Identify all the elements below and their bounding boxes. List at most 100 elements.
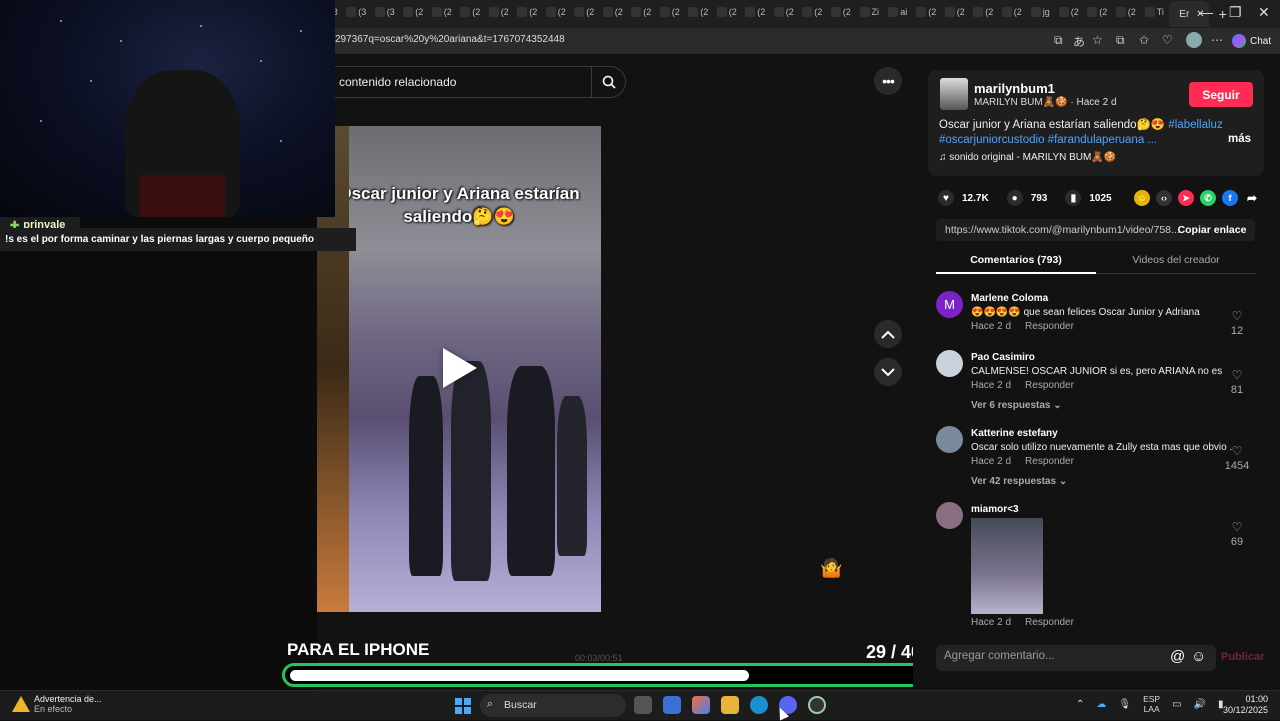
browser-tab[interactable]: (2 (998, 1, 1027, 23)
browser-tab[interactable]: (2 (912, 1, 941, 23)
avatar[interactable] (936, 426, 963, 453)
browser-tab[interactable]: (2 (513, 1, 542, 23)
browser-tab[interactable]: (2 (941, 1, 970, 23)
coin-icon[interactable]: ☺ (1134, 190, 1150, 206)
browser-tab[interactable]: (2 (656, 1, 685, 23)
comment-box[interactable]: Agregar comentario... @ ☺ (936, 645, 1216, 671)
search-bar[interactable]: contenido relacionado (300, 66, 626, 98)
previous-video-button[interactable] (874, 320, 902, 348)
video-player[interactable]: Oscar junior y Ariana estarían saliendo🤔… (317, 126, 601, 612)
tab-comments[interactable]: Comentarios (793) (936, 254, 1096, 274)
microphone-icon[interactable]: 🎙 (1118, 699, 1131, 710)
view-replies-button[interactable]: Ver 42 respuestas ⌄ (971, 476, 1067, 487)
whatsapp-icon[interactable]: ✆ (1200, 190, 1216, 206)
store-icon[interactable] (663, 696, 681, 714)
browser-tab[interactable]: Ti (1140, 1, 1169, 23)
copilot-chat-button[interactable]: Chat (1232, 31, 1276, 51)
comment-author[interactable]: Marlene Coloma (971, 293, 1048, 304)
send-icon[interactable]: ➤ (1178, 190, 1194, 206)
comment-author[interactable]: Katterine estefany (971, 428, 1058, 439)
copy-link-button[interactable]: Copiar enlace (1169, 219, 1255, 241)
close-icon[interactable]: ✕ (1258, 4, 1270, 21)
volume-icon[interactable]: 🔊 (1194, 699, 1206, 710)
browser-tab[interactable]: (2 (599, 1, 628, 23)
start-button[interactable] (455, 698, 471, 714)
view-replies-button[interactable]: Ver 6 respuestas ⌄ (971, 400, 1062, 411)
next-video-button[interactable] (874, 358, 902, 386)
warning-notification[interactable]: Advertencia de... En efecto (12, 694, 102, 714)
favorites-icon[interactable]: ✩ (1139, 33, 1149, 47)
browser-tab[interactable]: (2 (1083, 1, 1112, 23)
follow-button[interactable]: Seguir (1189, 82, 1253, 107)
reply-button[interactable]: Responder (1025, 321, 1074, 332)
language-indicator[interactable]: ESP LAA (1143, 694, 1160, 714)
creator-username[interactable]: marilynbum1 (974, 81, 1055, 96)
taskbar-search[interactable]: ⌕ Buscar (480, 694, 626, 717)
reply-button[interactable]: Responder (1025, 617, 1074, 628)
browser-tab[interactable]: (3 (342, 1, 371, 23)
onedrive-icon[interactable]: ☁ (1096, 699, 1106, 710)
comment-like-button[interactable]: ♡ 1454 (1220, 444, 1254, 472)
browser-tab[interactable]: ai (884, 1, 913, 23)
browser-tab[interactable]: (2 (798, 1, 827, 23)
comment-like-button[interactable]: ♡ 69 (1220, 520, 1254, 548)
avatar[interactable] (936, 502, 963, 529)
browser-tab[interactable]: (2 (485, 1, 514, 23)
browser-tab[interactable]: (2 (969, 1, 998, 23)
comment-like-button[interactable]: ♡ 81 (1220, 368, 1254, 396)
video-link[interactable]: https://www.tiktok.com/@marilynbum1/vide… (945, 224, 1180, 236)
browser-tab[interactable]: (2 (428, 1, 457, 23)
extensions-icon[interactable]: ⧉ (1116, 33, 1125, 48)
more-link[interactable]: más (1228, 133, 1251, 145)
browser-tab[interactable]: Zi (855, 1, 884, 23)
browser-tab[interactable]: (2 (399, 1, 428, 23)
browser-tab[interactable]: (2 (1055, 1, 1084, 23)
file-explorer-icon[interactable] (721, 696, 739, 714)
play-icon[interactable] (443, 348, 477, 388)
share-arrow-icon[interactable]: ➦ (1244, 190, 1260, 206)
minimize-icon[interactable]: — (1199, 4, 1213, 20)
profile-avatar-icon[interactable] (1186, 32, 1202, 48)
comment-author[interactable]: miamor<3 (971, 504, 1019, 515)
comment-input[interactable]: Agregar comentario... (944, 650, 1055, 662)
browser-tab[interactable]: (2 (770, 1, 799, 23)
browser-tab[interactable]: jg (1026, 1, 1055, 23)
browser-tab[interactable]: (2 (570, 1, 599, 23)
more-menu-icon[interactable]: ⋯ (1211, 33, 1223, 47)
browser-tab[interactable]: (2 (456, 1, 485, 23)
comment-author[interactable]: Pao Casimiro (971, 352, 1035, 363)
publish-button[interactable]: Publicar (1221, 651, 1264, 663)
browser-tab[interactable]: (2 (1112, 1, 1141, 23)
save-stat[interactable]: ▮ 1025 (1065, 190, 1112, 206)
browser-tab[interactable]: (2 (627, 1, 656, 23)
app-icon[interactable] (808, 696, 826, 714)
like-stat[interactable]: ♥ 12.7K (938, 190, 989, 206)
tab-creator-videos[interactable]: Videos del creador (1096, 254, 1256, 266)
mention-icon[interactable]: @ (1170, 648, 1185, 665)
translate-icon[interactable]: あ (1073, 33, 1085, 50)
progress-bar[interactable] (282, 663, 936, 687)
comment-stat[interactable]: ● 793 (1006, 190, 1047, 206)
network-icon[interactable]: ▭ (1172, 699, 1181, 710)
copilot-app-icon[interactable] (692, 696, 710, 714)
restore-icon[interactable]: ❐ (1229, 4, 1242, 21)
task-view-icon[interactable] (634, 696, 652, 714)
search-input[interactable]: contenido relacionado (339, 75, 456, 89)
reply-button[interactable]: Responder (1025, 456, 1074, 467)
chevron-up-icon[interactable]: ⌃ (1076, 699, 1084, 710)
browser-tab[interactable]: (2 (741, 1, 770, 23)
reply-button[interactable]: Responder (1025, 380, 1074, 391)
more-options-button[interactable]: ••• (874, 67, 902, 95)
avatar[interactable] (940, 78, 968, 110)
sound-link[interactable]: ♫ sonido original - MARILYN BUM🧸🍪 (939, 152, 1116, 163)
comment-like-button[interactable]: ♡ 12 (1220, 309, 1254, 337)
facebook-icon[interactable]: f (1222, 190, 1238, 206)
clock[interactable]: 01:00 30/12/2025 (1218, 694, 1268, 716)
open-in-app-icon[interactable]: ⧉ (1054, 33, 1063, 48)
browser-tab[interactable]: (2 (542, 1, 571, 23)
url-field[interactable]: 297367q=oscar%20y%20ariana&t=17670743524… (335, 34, 565, 45)
comment-image[interactable] (971, 518, 1043, 614)
avatar[interactable]: M (936, 291, 963, 318)
avatar[interactable] (936, 350, 963, 377)
browser-tab[interactable]: (3 (371, 1, 400, 23)
